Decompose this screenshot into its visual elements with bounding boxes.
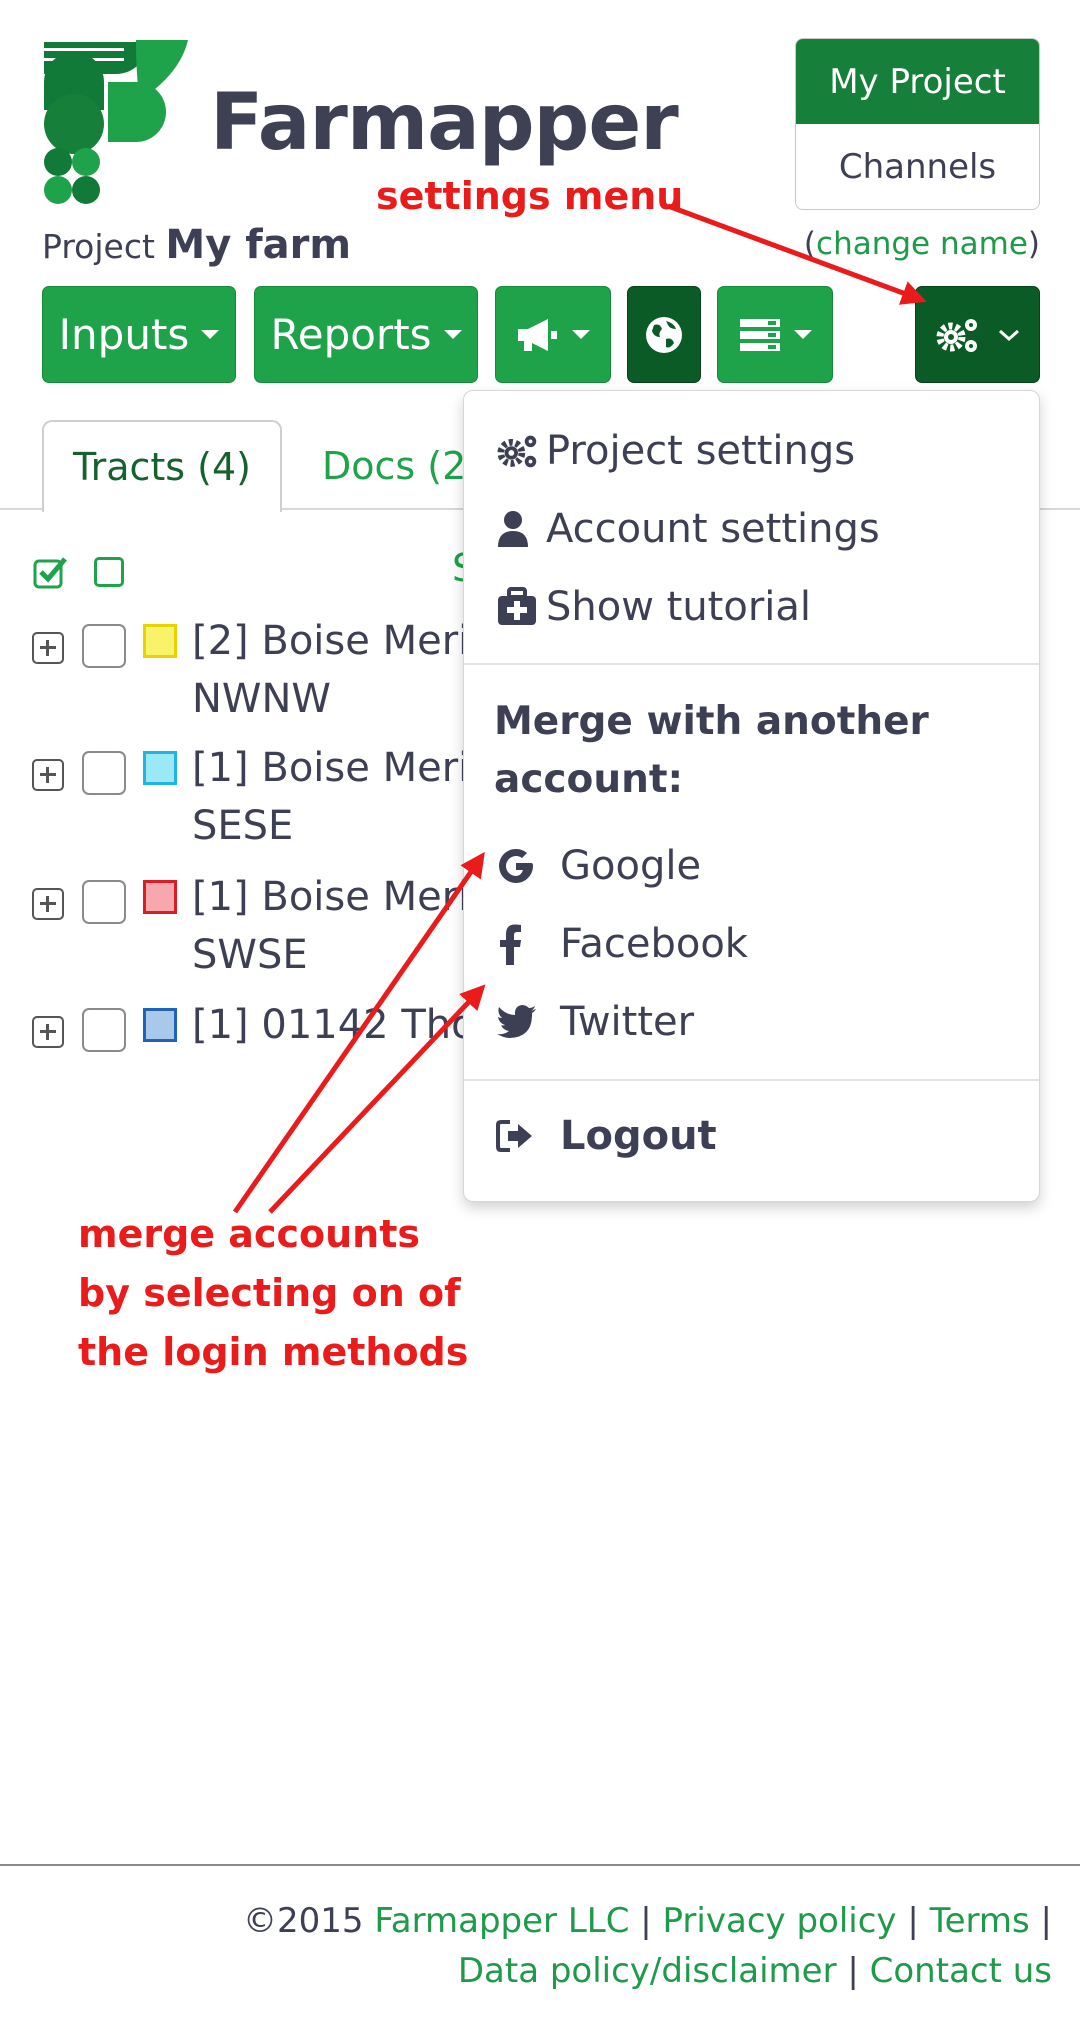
- menu-item-label: Project settings: [546, 428, 856, 474]
- menu-item-show-tutorial[interactable]: Show tutorial: [496, 577, 811, 637]
- annotation-line: merge accounts: [78, 1212, 420, 1256]
- farmapper-logo: [44, 40, 188, 204]
- privacy-policy-link[interactable]: Privacy policy: [663, 1901, 897, 1941]
- separator: |: [1029, 1901, 1052, 1941]
- tract-color-swatch: [143, 1008, 177, 1042]
- map-globe-button[interactable]: [627, 286, 701, 383]
- separator: |: [896, 1901, 930, 1941]
- facebook-icon: [496, 923, 560, 965]
- tract-color-swatch: [143, 880, 177, 914]
- nav-toggle: My Project Channels: [795, 38, 1040, 210]
- gears-icon: [496, 431, 546, 471]
- tract-color-swatch: [143, 624, 177, 658]
- megaphone-icon: [518, 318, 557, 351]
- paren-open: (: [803, 226, 817, 262]
- menu-item-label: Facebook: [560, 921, 748, 967]
- settings-menu-button[interactable]: [915, 286, 1040, 383]
- settings-dropdown-menu: Project settings Account settings Show t…: [463, 390, 1040, 1202]
- layers-dropdown-button[interactable]: [717, 286, 833, 383]
- tract-checkbox[interactable]: [82, 751, 126, 795]
- tract-name[interactable]: [1] Boise Meric: [192, 745, 491, 791]
- paren-close: ): [1027, 226, 1040, 262]
- check-all-icon[interactable]: [33, 555, 67, 589]
- gears-icon: [936, 318, 977, 352]
- tract-name-cont[interactable]: SWSE: [192, 932, 308, 978]
- menu-item-merge-google[interactable]: Google: [496, 836, 701, 896]
- inputs-dropdown-button[interactable]: Inputs: [42, 286, 236, 383]
- my-project-button[interactable]: My Project: [796, 39, 1039, 124]
- menu-item-label: Twitter: [560, 999, 695, 1045]
- uncheck-all-checkbox[interactable]: [94, 557, 124, 587]
- tract-name[interactable]: [2] Boise Meric: [192, 618, 491, 664]
- change-name-wrapper: (change name): [804, 226, 1040, 262]
- chevron-down-icon: [998, 329, 1019, 341]
- data-policy-link[interactable]: Data policy/disclaimer: [458, 1951, 837, 1991]
- menu-item-account-settings[interactable]: Account settings: [496, 499, 880, 559]
- reports-label: Reports: [270, 310, 432, 359]
- merge-accounts-header: Merge with another account:: [494, 699, 929, 802]
- expand-plus-icon[interactable]: [32, 888, 64, 920]
- menu-item-label: Account settings: [546, 506, 880, 552]
- change-name-link[interactable]: change name: [816, 226, 1028, 262]
- separator: |: [629, 1901, 663, 1941]
- medkit-icon: [496, 587, 546, 627]
- menu-item-label: Logout: [560, 1113, 717, 1159]
- terms-link[interactable]: Terms: [930, 1901, 1030, 1941]
- inputs-label: Inputs: [58, 310, 190, 359]
- menu-item-label: Show tutorial: [546, 584, 812, 630]
- tract-checkbox[interactable]: [82, 880, 126, 924]
- contact-us-link[interactable]: Contact us: [870, 1951, 1052, 1991]
- expand-plus-icon[interactable]: [32, 1016, 64, 1048]
- separator: |: [836, 1951, 870, 1991]
- menu-item-logout[interactable]: Logout: [496, 1106, 717, 1166]
- globe-icon: [646, 316, 682, 353]
- annotation-settings-menu: settings menu: [376, 174, 684, 218]
- menu-item-merge-twitter[interactable]: Twitter: [496, 992, 694, 1052]
- caret-down-icon: [572, 330, 590, 339]
- tab-docs[interactable]: Docs (2: [322, 444, 466, 488]
- project-name: My farm: [165, 222, 352, 268]
- tab-tracts[interactable]: Tracts (4): [42, 420, 282, 512]
- twitter-bird-icon: [496, 1004, 560, 1040]
- menu-divider: [464, 663, 1039, 665]
- menu-item-project-settings[interactable]: Project settings: [496, 421, 855, 481]
- company-link[interactable]: Farmapper LLC: [374, 1901, 629, 1941]
- menu-item-merge-facebook[interactable]: Facebook: [496, 914, 748, 974]
- caret-down-icon: [443, 330, 462, 339]
- announcements-dropdown-button[interactable]: [495, 286, 611, 383]
- google-icon: [496, 846, 560, 886]
- menu-divider: [464, 1079, 1039, 1081]
- reports-dropdown-button[interactable]: Reports: [254, 286, 478, 383]
- tract-checkbox[interactable]: [82, 624, 126, 668]
- footer-divider: [0, 1864, 1080, 1866]
- expand-plus-icon[interactable]: [32, 759, 64, 791]
- user-icon: [496, 509, 546, 549]
- tract-color-swatch: [143, 751, 177, 785]
- project-title: Project My farm: [42, 222, 351, 268]
- sign-out-icon: [496, 1119, 560, 1153]
- channels-button[interactable]: Channels: [796, 124, 1039, 209]
- tract-name[interactable]: [1] Boise Meric: [192, 874, 491, 920]
- copyright: ©2015: [243, 1901, 375, 1941]
- annotation-merge-accounts: merge accounts by selecting on of the lo…: [78, 1205, 498, 1382]
- project-label: Project: [42, 227, 155, 266]
- footer: ©2015 Farmapper LLC | Privacy policy | T…: [152, 1896, 1052, 1996]
- tract-name[interactable]: [1] 01142 Thou: [192, 1002, 501, 1048]
- server-list-icon: [740, 318, 780, 351]
- tract-name-cont[interactable]: NWNW: [192, 676, 331, 722]
- caret-down-icon: [794, 330, 812, 339]
- expand-plus-icon[interactable]: [32, 632, 64, 664]
- caret-down-icon: [201, 330, 220, 339]
- tract-checkbox[interactable]: [82, 1008, 126, 1052]
- menu-item-label: Google: [560, 843, 702, 889]
- brand-name: Farmapper: [210, 78, 679, 168]
- tract-name-cont[interactable]: SESE: [192, 803, 293, 849]
- annotation-line: by selecting on of: [78, 1271, 461, 1315]
- annotation-line: the login methods: [78, 1330, 469, 1374]
